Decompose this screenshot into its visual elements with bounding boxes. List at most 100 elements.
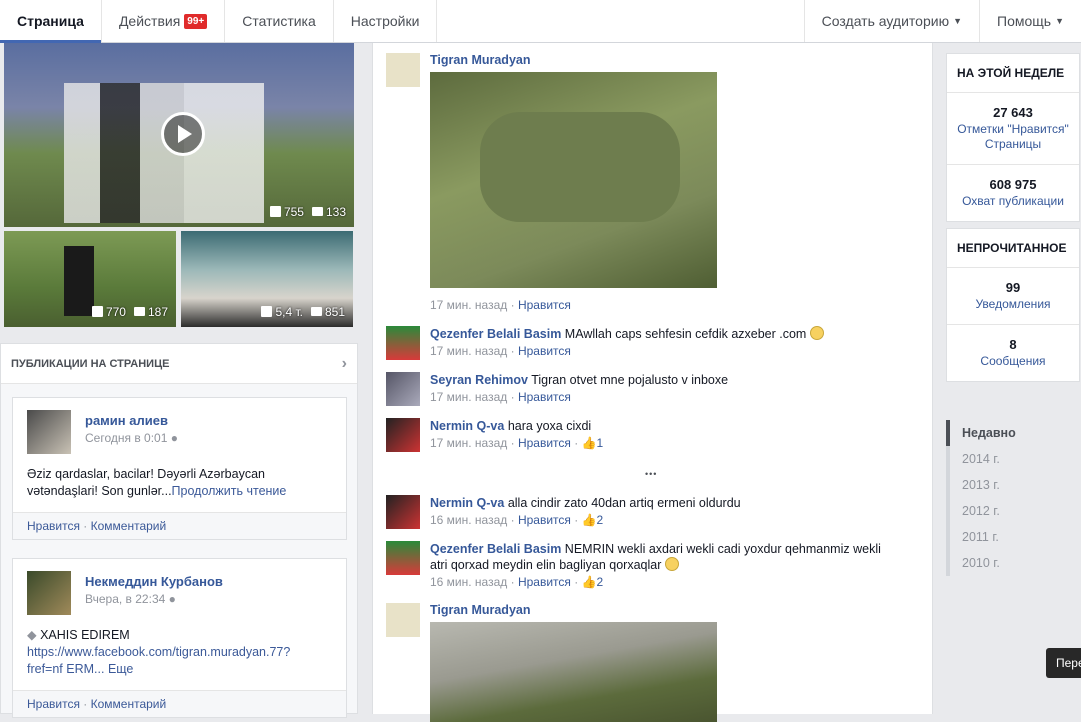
comment-photo[interactable]: [430, 72, 717, 288]
tab-activity[interactable]: Действия 99+: [102, 0, 226, 42]
like-link[interactable]: Нравится: [518, 575, 571, 589]
post-link[interactable]: https://www.facebook.com/tigran.muradyan…: [27, 645, 290, 659]
comment-author[interactable]: Tigran Muradyan: [430, 603, 717, 617]
like-link[interactable]: Нравится: [518, 344, 571, 358]
post-time: Сегодня в 0:01 ●: [85, 431, 178, 445]
this-week-box: НА ЭТОЙ НЕДЕЛЕ 27 643 Отметки "Нравится"…: [946, 53, 1080, 222]
post-author[interactable]: Некмеддин Курбанов: [85, 574, 223, 589]
globe-icon: ●: [170, 431, 178, 445]
video-thumbnail[interactable]: 755 133: [4, 43, 354, 227]
menu-label: Помощь: [997, 13, 1052, 29]
avatar[interactable]: [386, 53, 420, 87]
comment-item: Qezenfer Belali Basim NEMRIN wekli axdar…: [386, 541, 910, 589]
post-link[interactable]: fref=nf ERM...: [27, 662, 104, 676]
year-2012[interactable]: 2012 г.: [946, 498, 1026, 524]
comment-author[interactable]: Nermin Q-va: [430, 419, 504, 433]
create-audience-menu[interactable]: Создать аудиторию ▼: [803, 0, 979, 42]
like-count-link[interactable]: 👍1: [582, 436, 604, 450]
year-2011[interactable]: 2011 г.: [946, 524, 1026, 550]
like-link[interactable]: Нравится: [27, 697, 80, 711]
post-actions: Нравится · Комментарий: [13, 512, 346, 539]
tab-settings[interactable]: Настройки: [334, 0, 438, 42]
avatar[interactable]: [386, 603, 420, 637]
comment-text: alla cindir zato 40dan artiq ermeni oldu…: [507, 496, 741, 510]
read-more-link[interactable]: Продолжить чтение: [172, 484, 287, 498]
thumb-icon: 👍: [581, 436, 597, 450]
comment-text: hara yoxa cixdi: [507, 419, 592, 433]
notifications-stat[interactable]: 99 Уведомления: [947, 268, 1079, 325]
play-icon[interactable]: [161, 112, 205, 156]
tab-page[interactable]: Страница: [0, 0, 102, 43]
like-count: 5,4 т.: [275, 305, 303, 319]
like-count-link[interactable]: 👍2: [582, 575, 604, 589]
stat-label[interactable]: Отметки "Нравится" Страницы: [953, 122, 1073, 152]
avatar[interactable]: [27, 571, 71, 615]
comment-author[interactable]: Tigran Muradyan: [430, 53, 717, 67]
menu-label: Создать аудиторию: [821, 13, 950, 29]
stat-label[interactable]: Сообщения: [953, 354, 1073, 369]
comment-count: 187: [147, 305, 168, 319]
year-2014[interactable]: 2014 г.: [946, 446, 1026, 472]
post-reach-stat[interactable]: 608 975 Охват публикации: [947, 165, 1079, 221]
year-2010[interactable]: 2010 г.: [946, 550, 1026, 576]
avatar[interactable]: [386, 326, 420, 360]
comment-time: 17 мин. назад: [430, 390, 508, 404]
more-link[interactable]: Еще: [108, 662, 133, 676]
photo-thumbnail[interactable]: 770 187: [4, 231, 176, 327]
comment-author[interactable]: Qezenfer Belali Basim: [430, 327, 561, 341]
video-stats: 755 133: [269, 205, 346, 219]
comment-author[interactable]: Seyran Rehimov: [430, 373, 528, 387]
like-link[interactable]: Нравится: [518, 390, 571, 404]
year-recent[interactable]: Недавно: [946, 420, 1026, 446]
comment-icon: [133, 307, 145, 316]
post-actions: Нравится · Комментарий: [13, 690, 346, 717]
unread-box: НЕПРОЧИТАННОЕ 99 Уведомления 8 Сообщения: [946, 228, 1080, 382]
help-menu[interactable]: Помощь ▼: [979, 0, 1081, 42]
comment-time: 17 мин. назад: [430, 298, 508, 312]
comment-link[interactable]: Комментарий: [91, 519, 167, 533]
globe-icon: ●: [168, 592, 176, 606]
photo-thumbnail[interactable]: 5,4 т. 851: [181, 231, 353, 327]
page-posts-panel: ПУБЛИКАЦИИ НА СТРАНИЦЕ › рамин алиев Сего…: [0, 343, 358, 718]
stat-label[interactable]: Охват публикации: [953, 194, 1073, 209]
tab-insights[interactable]: Статистика: [225, 0, 334, 42]
year-2013[interactable]: 2013 г.: [946, 472, 1026, 498]
tab-label: Настройки: [350, 13, 420, 29]
avatar[interactable]: [27, 410, 71, 454]
notification-badge: 99+: [184, 13, 208, 29]
like-link[interactable]: Нравится: [518, 513, 571, 527]
comment-link[interactable]: Комментарий: [91, 697, 167, 711]
post-author[interactable]: рамин алиев: [85, 413, 178, 428]
comment-time: 17 мин. назад: [430, 436, 508, 450]
avatar[interactable]: [386, 418, 420, 452]
like-count-link[interactable]: 👍2: [582, 513, 604, 527]
photo-stats: 770 187: [91, 305, 168, 319]
page-likes-stat[interactable]: 27 643 Отметки "Нравится" Страницы: [947, 93, 1079, 165]
stat-value: 99: [1005, 280, 1021, 295]
more-comments[interactable]: •••: [645, 469, 657, 479]
smile-icon: [664, 557, 679, 571]
avatar[interactable]: [386, 495, 420, 529]
messages-stat[interactable]: 8 Сообщения: [947, 325, 1079, 381]
comment-text: atri qorxad meydin elin bagliyan qorxaql…: [430, 558, 662, 572]
comment-item: Nermin Q-va alla cindir zato 40dan artiq…: [386, 495, 741, 529]
stat-label[interactable]: Уведомления: [953, 297, 1073, 312]
like-link[interactable]: Нравится: [518, 436, 571, 450]
like-link[interactable]: Нравится: [518, 298, 571, 312]
avatar[interactable]: [386, 372, 420, 406]
post-body: Əziz qardaslar, bacilar! Dəyərli Azərbay…: [27, 467, 287, 498]
like-link[interactable]: Нравится: [27, 519, 80, 533]
avatar[interactable]: [386, 541, 420, 575]
comment-time: 16 мин. назад: [430, 513, 508, 527]
comment-author[interactable]: Nermin Q-va: [430, 496, 504, 510]
comment-author[interactable]: Qezenfer Belali Basim: [430, 542, 561, 556]
comment-photo[interactable]: [430, 622, 717, 722]
chevron-right-icon[interactable]: ›: [342, 355, 347, 373]
post-card: рамин алиев Сегодня в 0:01 ● Əziz qardas…: [12, 397, 347, 540]
comment-item: Tigran Muradyan: [386, 603, 717, 722]
panel-header[interactable]: ПУБЛИКАЦИИ НА СТРАНИЦЕ ›: [1, 344, 357, 384]
like-icon: [261, 306, 273, 317]
post-body: ◆ XAHIS EDIREM https://www.facebook.com/…: [27, 628, 291, 676]
post-time: Вчера, в 22:34 ●: [85, 592, 176, 606]
like-count: 770: [105, 305, 126, 319]
